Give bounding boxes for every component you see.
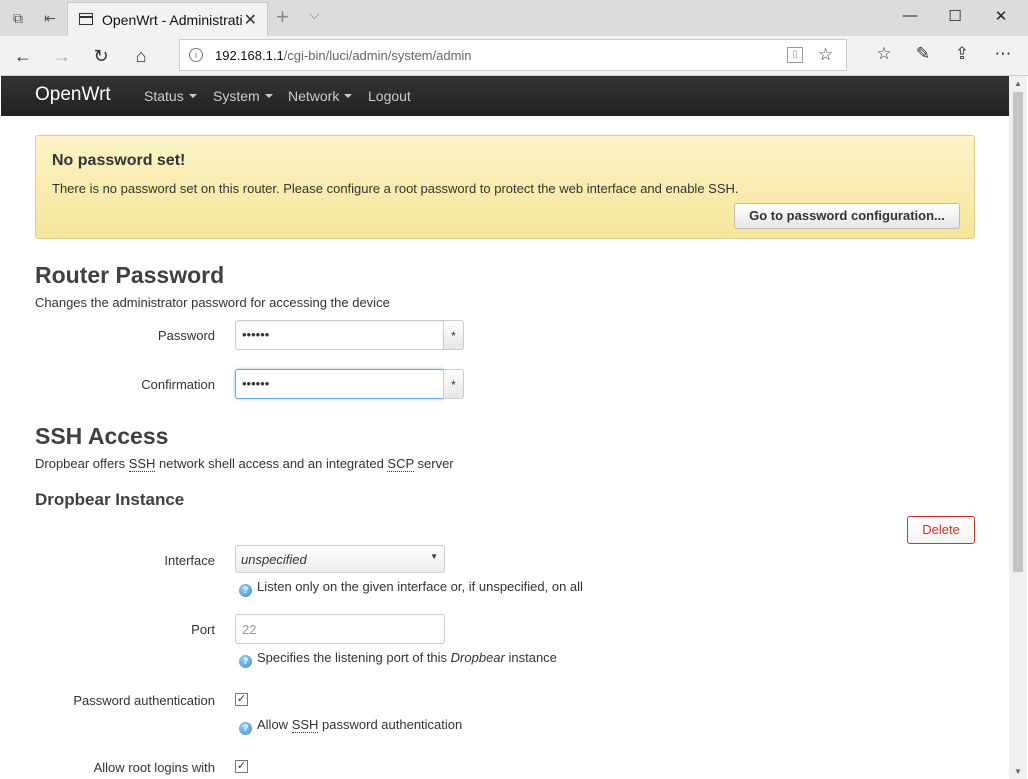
password-label: Password [157, 328, 215, 343]
password-input[interactable]: •••••• [235, 320, 444, 350]
tab-title: OpenWrt - Administrati [102, 12, 242, 28]
dropbear-instance-title: Dropbear Instance [35, 490, 185, 509]
page-icon [79, 13, 93, 25]
menu-network[interactable]: Network [288, 88, 353, 104]
root-login-label: Allow root logins with [93, 760, 215, 775]
reveal-password-button[interactable]: * [443, 320, 464, 350]
browser-tab[interactable]: OpenWrt - Administrati ✕ [67, 2, 268, 36]
caret-down-icon [344, 94, 353, 98]
confirmation-input[interactable]: •••••• [235, 369, 444, 399]
menu-logout[interactable]: Logout [368, 88, 411, 104]
caret-down-icon [264, 94, 273, 98]
menu-status[interactable]: Status [144, 88, 197, 104]
port-input[interactable]: 22 [235, 614, 445, 644]
interface-help: ? Listen only on the given interface or, … [239, 579, 583, 597]
home-icon[interactable]: ⌂ [129, 44, 153, 68]
help-icon: ? [239, 722, 252, 735]
port-label: Port [191, 622, 215, 637]
browser-toolbar: ← → ↻ ⌂ i 192.168.1.1/cgi-bin/luci/admin… [0, 36, 1028, 76]
help-icon: ? [239, 584, 252, 597]
scrollbar-thumb[interactable] [1013, 92, 1023, 572]
scroll-down-icon[interactable]: ▼ [1014, 767, 1022, 776]
chevron-down-icon[interactable]: ⌵ [309, 6, 320, 23]
port-help: ? Specifies the listening port of this Dr… [239, 650, 557, 668]
scroll-up-icon[interactable]: ▲ [1014, 79, 1022, 88]
favorite-star-icon[interactable]: ☆ [818, 45, 833, 65]
root-login-checkbox[interactable]: ✓ [235, 760, 248, 773]
close-window-icon[interactable]: ✕ [986, 7, 1016, 25]
refresh-icon[interactable]: ↻ [89, 44, 113, 68]
tab-set-aside-icon[interactable]: ⧉ [9, 9, 27, 27]
maximize-icon[interactable]: ☐ [940, 7, 970, 25]
page-content: OpenWrt Status System Network Logout No … [1, 76, 1009, 779]
go-to-password-config-button[interactable]: Go to password configuration... [734, 203, 960, 229]
menu-system[interactable]: System [213, 88, 273, 104]
ssh-access-description: Dropbear offers SSH network shell access… [35, 456, 454, 472]
site-info-icon[interactable]: i [189, 48, 203, 62]
router-password-description: Changes the administrator password for a… [35, 295, 390, 310]
alert-message: There is no password set on this router.… [52, 181, 739, 196]
brand-logo[interactable]: OpenWrt [35, 84, 111, 106]
forward-icon[interactable]: → [50, 44, 74, 68]
page-scrollbar[interactable]: ▲ ▼ [1009, 76, 1027, 779]
reveal-confirmation-button[interactable]: * [443, 369, 464, 399]
confirmation-label: Confirmation [141, 377, 215, 392]
browser-tab-bar: ⧉ ⇤ OpenWrt - Administrati ✕ + ⌵ — ☐ ✕ [0, 0, 1028, 36]
alert-title: No password set! [52, 152, 186, 169]
tab-preview-icon[interactable]: ⇤ [41, 9, 59, 27]
interface-select[interactable]: unspecified ▼ [235, 545, 445, 573]
back-icon[interactable]: ← [11, 44, 35, 68]
help-icon: ? [239, 655, 252, 668]
new-tab-icon[interactable]: + [276, 4, 289, 30]
password-auth-label: Password authentication [73, 693, 215, 708]
url-text[interactable]: 192.168.1.1/cgi-bin/luci/admin/system/ad… [215, 48, 472, 63]
router-password-title: Router Password [35, 262, 225, 288]
pen-icon[interactable]: ✎ [911, 44, 935, 64]
share-icon[interactable]: ⇪ [950, 44, 974, 64]
caret-down-icon [188, 94, 197, 98]
password-auth-help: ? Allow SSH password authentication [239, 717, 462, 735]
favorites-list-icon[interactable]: ☆ [872, 44, 896, 64]
dropdown-arrow-icon: ▼ [430, 552, 438, 561]
delete-instance-button[interactable]: Delete [907, 516, 975, 544]
address-bar[interactable]: i 192.168.1.1/cgi-bin/luci/admin/system/… [179, 39, 847, 71]
password-auth-checkbox[interactable]: ✓ [235, 693, 248, 706]
ssh-access-title: SSH Access [35, 423, 169, 449]
interface-label: Interface [164, 553, 215, 568]
no-password-alert: No password set! There is no password se… [35, 135, 975, 239]
minimize-icon[interactable]: — [895, 7, 925, 24]
more-icon[interactable]: ⋯ [991, 44, 1015, 64]
navbar: OpenWrt Status System Network Logout [1, 76, 1009, 116]
reading-view-icon[interactable]: ▯ [787, 47, 803, 63]
close-tab-icon[interactable]: ✕ [244, 10, 257, 30]
